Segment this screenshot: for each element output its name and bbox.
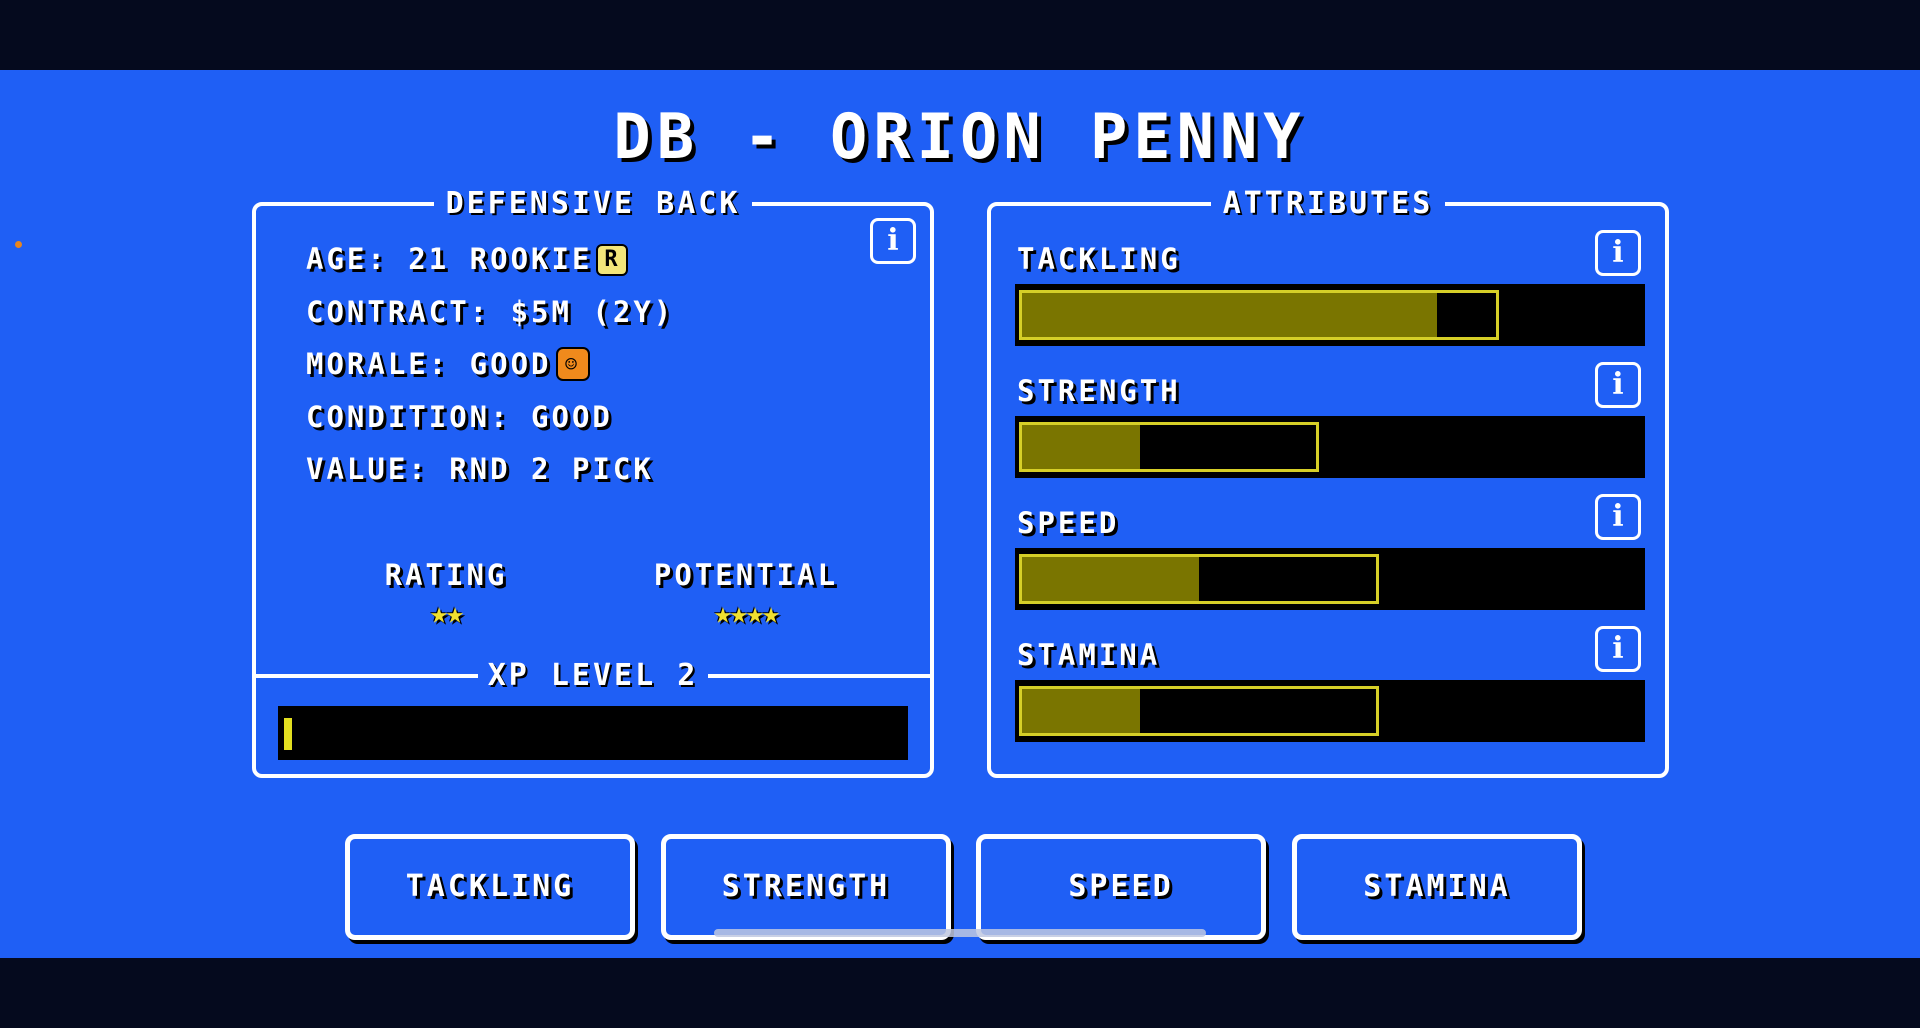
strength-bar-cap bbox=[1019, 422, 1319, 472]
rating-label: RATING bbox=[384, 558, 508, 592]
strength-label: STRENGTH bbox=[1017, 374, 1181, 408]
smiley-face-icon: ☺ bbox=[555, 347, 590, 381]
speed-label: SPEED bbox=[1017, 506, 1120, 540]
age-line: AGE: 21 ROOKIE R bbox=[306, 242, 629, 276]
potential-label: POTENTIAL bbox=[653, 558, 839, 592]
train-strength-button[interactable]: STRENGTH bbox=[661, 834, 951, 940]
speed-bar-fill bbox=[1022, 557, 1199, 601]
xp-progress-fill bbox=[284, 718, 292, 750]
xp-progress-bar bbox=[278, 706, 908, 760]
contract-line: CONTRACT: $5M (2Y) bbox=[306, 295, 675, 329]
player-title: DB - ORION PENNY bbox=[613, 100, 1307, 173]
stamina-bar-cap bbox=[1019, 686, 1379, 736]
morale-text: MORALE: GOOD bbox=[306, 347, 552, 381]
attributes-legend: ATTRIBUTES bbox=[1210, 186, 1446, 221]
rookie-badge-icon: R bbox=[596, 244, 629, 276]
train-tackling-button[interactable]: TACKLING bbox=[345, 834, 635, 940]
profile-info-icon[interactable]: i bbox=[870, 218, 916, 264]
tackling-bar bbox=[1015, 284, 1645, 346]
speed-info-icon[interactable]: i bbox=[1595, 494, 1641, 540]
orange-dot bbox=[15, 241, 22, 248]
strength-bar bbox=[1015, 416, 1645, 478]
attributes-panel: ATTRIBUTES TACKLING i STRENGTH i SPEED i… bbox=[987, 186, 1669, 778]
speed-bar-cap bbox=[1019, 554, 1379, 604]
age-text: AGE: 21 ROOKIE bbox=[306, 242, 593, 276]
rating-stars-icon: ★★ bbox=[429, 596, 464, 631]
scroll-indicator bbox=[714, 929, 1206, 937]
stamina-bar bbox=[1015, 680, 1645, 742]
tackling-label: TACKLING bbox=[1017, 242, 1181, 276]
strength-info-icon[interactable]: i bbox=[1595, 362, 1641, 408]
morale-line: MORALE: GOOD ☺ bbox=[306, 347, 590, 381]
potential-stars-icon: ★★★★ bbox=[713, 596, 780, 631]
xp-level-label: XP LEVEL 2 bbox=[477, 658, 709, 693]
stamina-info-icon[interactable]: i bbox=[1595, 626, 1641, 672]
tackling-bar-fill bbox=[1022, 293, 1437, 337]
profile-legend: DEFENSIVE BACK bbox=[433, 186, 753, 221]
train-stamina-button[interactable]: STAMINA bbox=[1292, 834, 1582, 940]
speed-bar bbox=[1015, 548, 1645, 610]
value-line: VALUE: RND 2 PICK bbox=[306, 452, 654, 486]
stamina-bar-fill bbox=[1022, 689, 1140, 733]
strength-bar-fill bbox=[1022, 425, 1140, 469]
game-screen: DB - ORION PENNY DEFENSIVE BACK i AGE: 2… bbox=[0, 70, 1920, 958]
stamina-label: STAMINA bbox=[1017, 638, 1161, 672]
tackling-bar-cap bbox=[1019, 290, 1499, 340]
tackling-info-icon[interactable]: i bbox=[1595, 230, 1641, 276]
train-speed-button[interactable]: SPEED bbox=[976, 834, 1266, 940]
condition-line: CONDITION: GOOD bbox=[306, 400, 613, 434]
profile-panel: DEFENSIVE BACK i AGE: 21 ROOKIE R CONTRAC… bbox=[252, 186, 934, 778]
